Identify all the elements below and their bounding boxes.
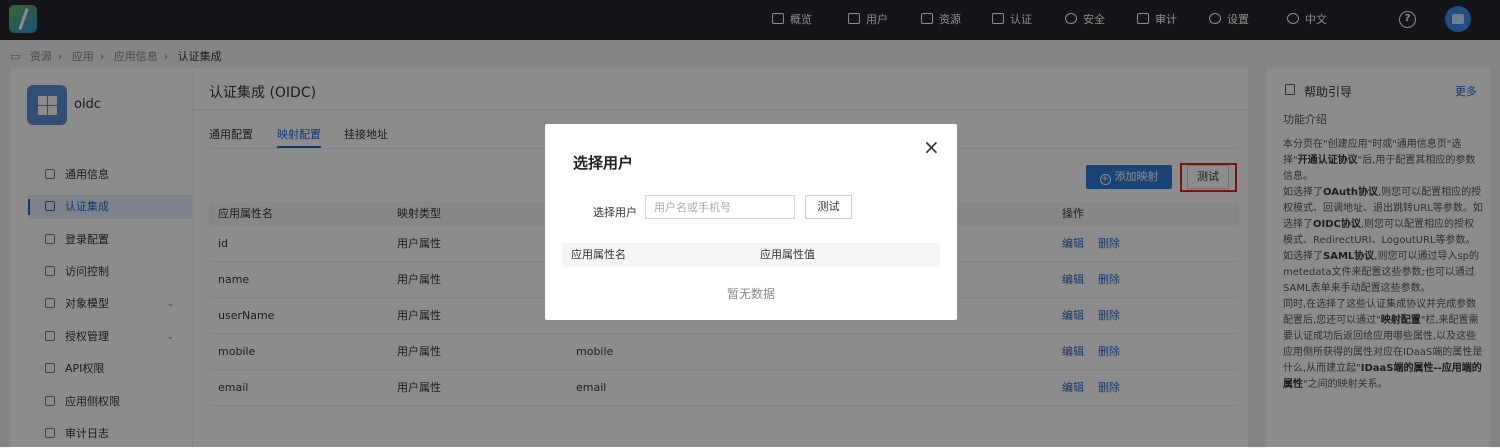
select-user-label: 选择用户 <box>593 206 637 219</box>
close-icon[interactable]: × <box>923 137 940 157</box>
user-search-input[interactable] <box>645 195 795 219</box>
empty-state: 暂无数据 <box>726 287 775 301</box>
select-user-dialog: 选择用户 × 选择用户 测试 应用属性名 应用属性值 暂无数据 <box>545 124 957 320</box>
dialog-test-button[interactable]: 测试 <box>805 195 852 219</box>
column-header: 应用属性值 <box>760 248 815 261</box>
dialog-title: 选择用户 <box>573 154 634 172</box>
column-header: 应用属性名 <box>571 248 626 261</box>
dialog-table-header: 应用属性名 应用属性值 <box>562 243 940 267</box>
